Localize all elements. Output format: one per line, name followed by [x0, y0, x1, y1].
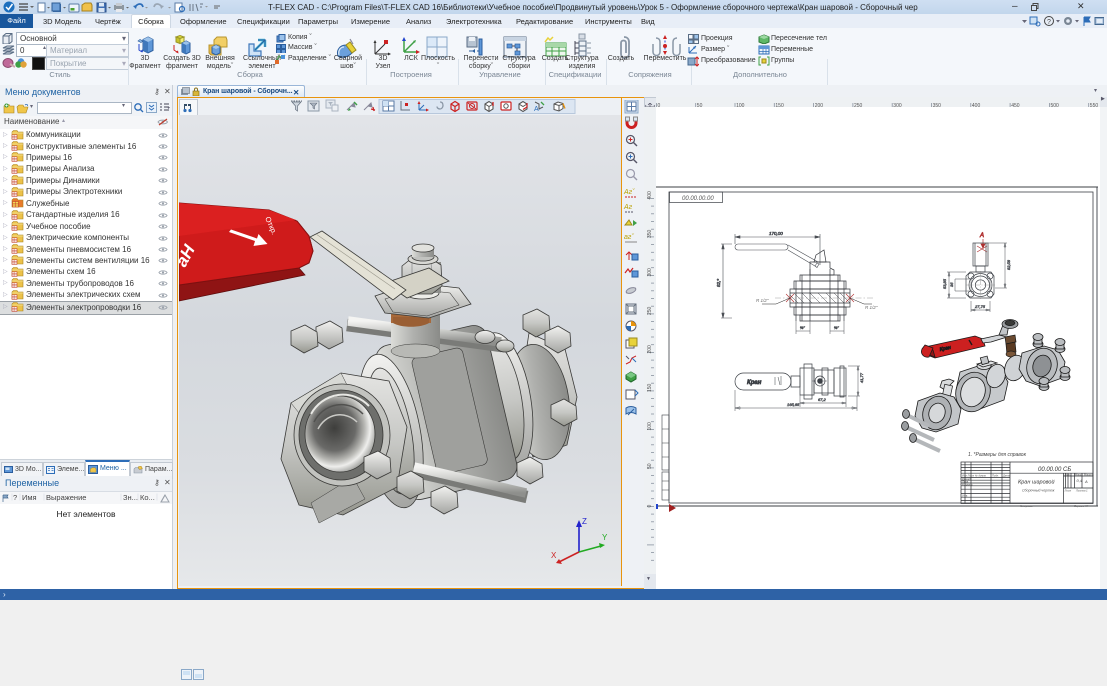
svg-text:67,2: 67,2 — [818, 397, 827, 402]
svg-text:Z: Z — [582, 517, 587, 526]
svg-text:400: 400 — [647, 191, 653, 200]
svg-text:А: А — [979, 233, 984, 239]
svg-text:53,85: 53,85 — [942, 278, 947, 289]
svg-text:⅝": ⅝" — [800, 325, 805, 330]
svg-text:50: 50 — [647, 463, 653, 469]
svg-text:агˇ: агˇ — [624, 234, 634, 241]
svg-text:?: ? — [1047, 19, 1051, 26]
svg-text:200: 200 — [647, 345, 653, 354]
svg-text:Агˇ: Агˇ — [623, 189, 635, 196]
svg-text:300: 300 — [647, 268, 653, 277]
svg-text:R 1/2": R 1/2" — [756, 298, 769, 303]
svg-text:250: 250 — [647, 306, 653, 315]
svg-text:41,77: 41,77 — [859, 372, 864, 383]
svg-text:150: 150 — [647, 383, 653, 392]
svg-text:170,00: 170,00 — [769, 231, 783, 236]
svg-text:⅝": ⅝" — [834, 325, 839, 330]
svg-text:36: 36 — [949, 282, 954, 287]
svg-text:165,65: 165,65 — [787, 402, 800, 407]
svg-text:Кран: Кран — [747, 380, 762, 386]
svg-text:Y: Y — [602, 533, 608, 542]
svg-text:Аг: Аг — [623, 204, 633, 211]
svg-text:R 1/2": R 1/2" — [865, 305, 878, 310]
svg-text:27,75: 27,75 — [974, 304, 986, 309]
svg-text:100: 100 — [647, 422, 653, 431]
svg-text:350: 350 — [647, 229, 653, 238]
svg-text:X: X — [551, 551, 557, 560]
svg-text:82,58: 82,58 — [1006, 259, 1011, 270]
svg-text:0: 0 — [647, 505, 653, 508]
svg-text:82,*: 82,* — [716, 279, 721, 287]
svg-text:A·: A· — [534, 106, 541, 113]
